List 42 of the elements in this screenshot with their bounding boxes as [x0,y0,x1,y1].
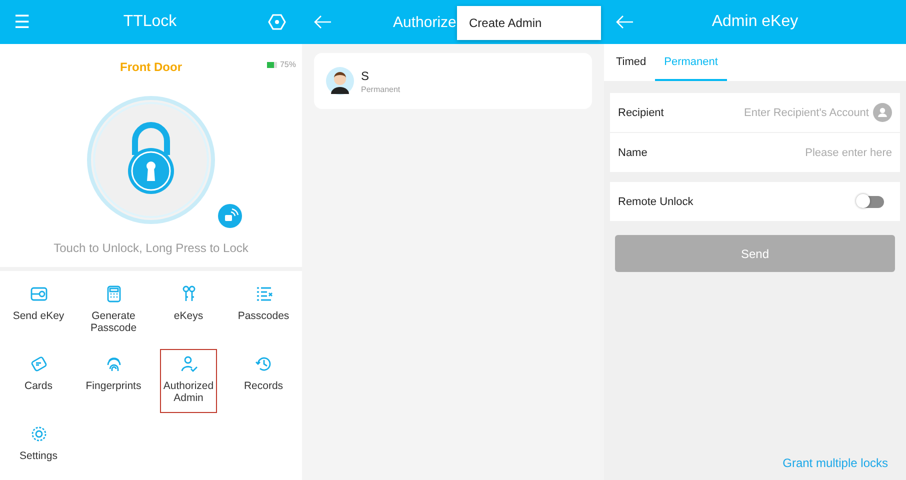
user-check-icon [180,355,198,373]
lock-name: Front Door [120,60,182,74]
setting-label: Remote Unlock [618,196,694,208]
toggle-switch[interactable] [857,196,884,208]
app-title: TTLock [122,13,178,31]
feature-item[interactable]: Generate Passcode [77,279,150,343]
feature-item[interactable]: Send eKey [2,279,75,343]
lock-button[interactable] [86,95,216,225]
back-icon[interactable] [616,15,634,29]
feature-item[interactable]: Cards [2,349,75,413]
key-card-icon [30,285,48,303]
admin-card[interactable]: S Permanent [314,53,592,109]
calculator-icon [104,285,122,303]
contact-icon[interactable] [873,103,892,122]
feature-item[interactable]: Authorized Admin [160,349,217,413]
field-label: Recipient [618,106,664,118]
input-field[interactable]: Enter Recipient's Account [668,106,869,118]
admin-type: Permanent [361,84,400,94]
admin-name: S [361,68,370,82]
fingerprint-icon [104,355,122,373]
screen-title: Admin eKey [710,13,800,31]
battery-icon [266,62,277,68]
list-icon [254,285,272,303]
remote-lock-icon[interactable] [218,204,242,228]
feature-item[interactable]: Settings [2,419,75,480]
scan-icon[interactable] [268,13,286,31]
feature-item[interactable]: Passcodes [227,279,300,343]
menu-item[interactable]: Create Admin [469,16,542,30]
avatar-icon [326,67,354,95]
screen-title: Authorize [393,14,456,30]
input-field[interactable]: Please enter here [651,146,892,158]
tab[interactable]: Timed [607,44,656,81]
feature-item[interactable]: Fingerprints [77,349,150,413]
history-icon [254,355,272,373]
lock-hint: Touch to Unlock, Long Press to Lock [54,241,248,255]
feature-item[interactable]: Records [227,349,300,413]
gear-icon [30,425,48,443]
card-icon [30,355,48,373]
feature-item[interactable]: eKeys [152,279,225,343]
back-icon[interactable] [314,15,332,29]
battery-level: 75% [280,60,296,69]
field-label: Name [618,146,648,158]
